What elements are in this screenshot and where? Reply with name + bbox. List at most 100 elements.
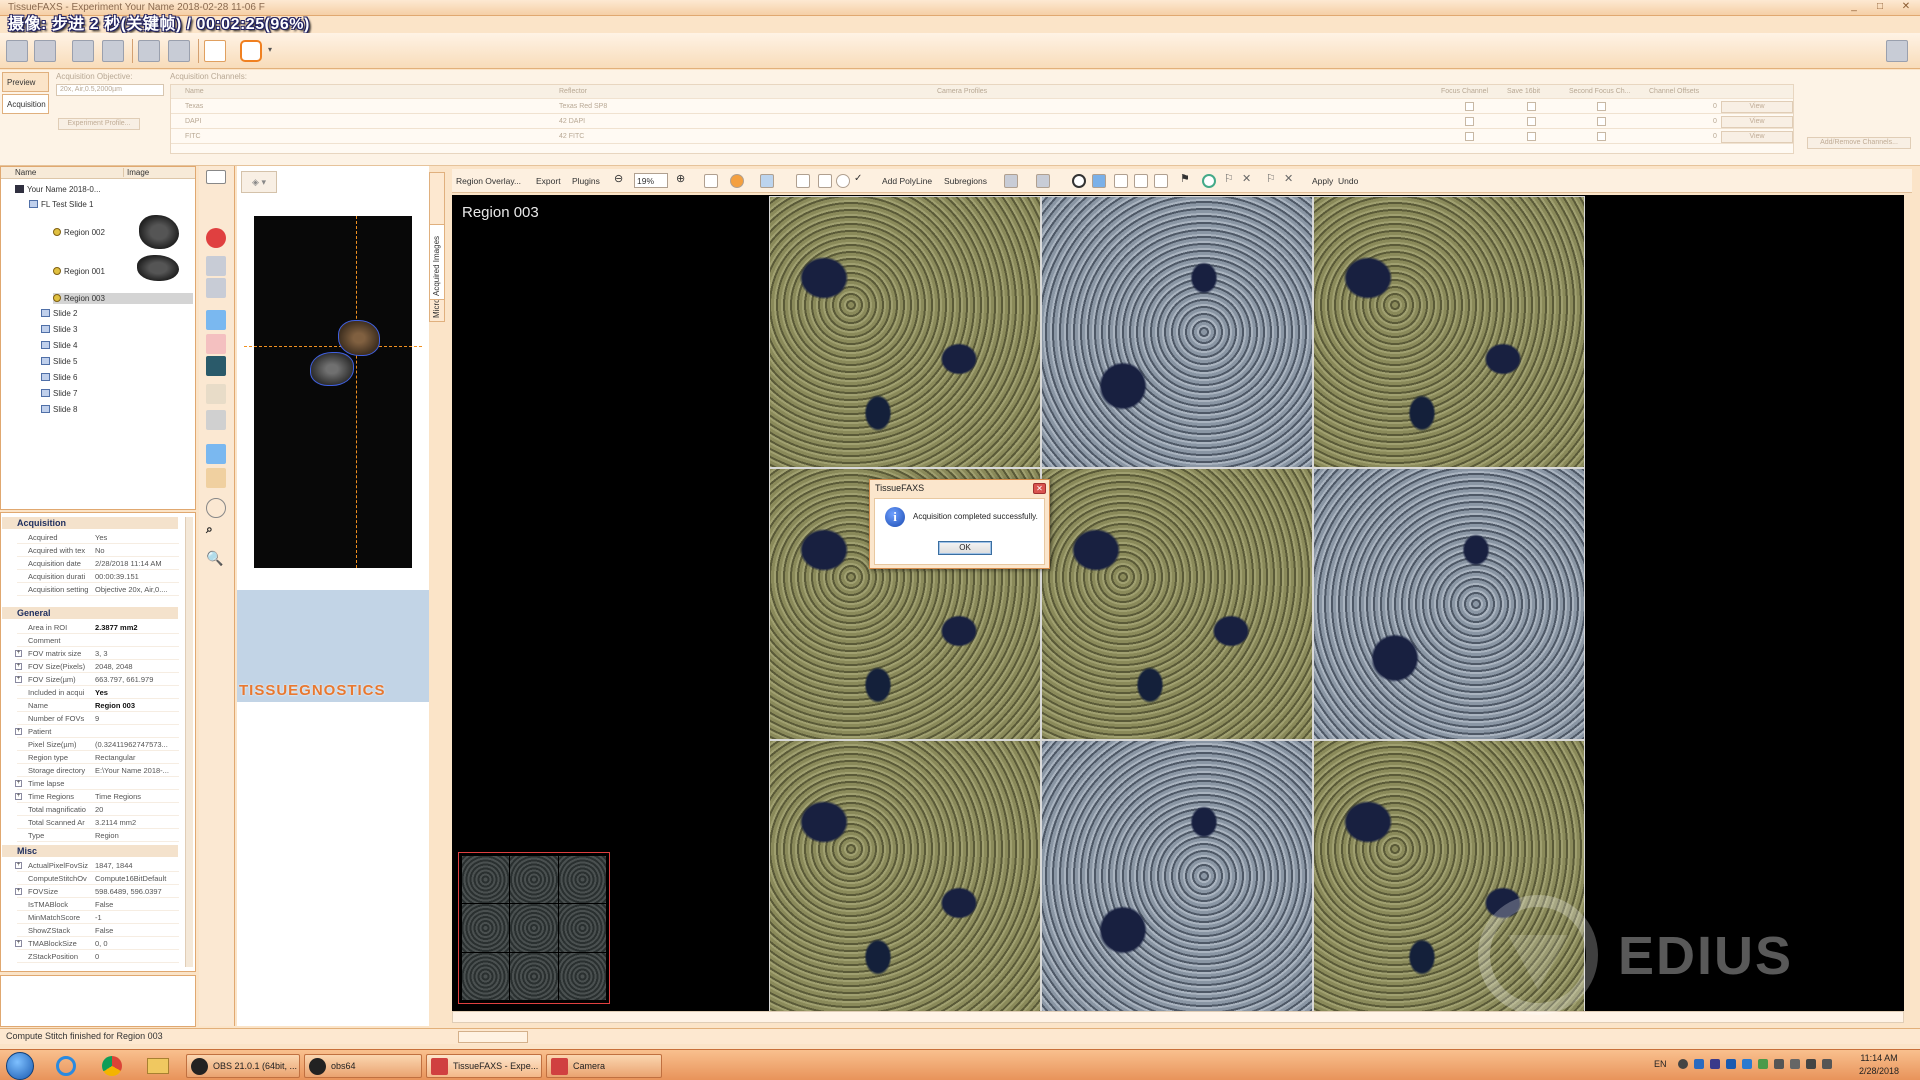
open-folder-icon[interactable] <box>34 40 56 62</box>
property-row[interactable]: Acquisition setting Objective 20x, Air,0.… <box>17 583 179 596</box>
delete-all-icon[interactable]: ✕ <box>1284 172 1298 186</box>
expand-icon[interactable]: + <box>15 888 22 895</box>
task-obs64[interactable]: obs64 <box>304 1054 422 1078</box>
start-button[interactable] <box>6 1052 34 1080</box>
property-row[interactable]: Area in ROI 2.3877 mm2 <box>17 621 179 634</box>
zoom-in-icon[interactable]: ⊕ <box>676 172 690 186</box>
tray-bluetooth-icon[interactable] <box>1726 1059 1736 1069</box>
second-focus-checkbox[interactable] <box>1597 132 1606 141</box>
property-row[interactable]: + FOVSize 598.6489, 596.0397 <box>15 885 179 898</box>
center-icon[interactable] <box>730 174 744 188</box>
expand-icon[interactable]: + <box>15 793 22 800</box>
focus-channel-checkbox[interactable] <box>1465 117 1474 126</box>
objective-select[interactable]: 20x, Air,0.5,2000µm <box>56 84 164 96</box>
property-row[interactable]: Type Region <box>17 829 179 842</box>
property-row[interactable]: Included in acqui Yes <box>17 686 179 699</box>
second-focus-checkbox[interactable] <box>1597 117 1606 126</box>
view-button[interactable]: View <box>1721 101 1793 113</box>
property-row[interactable]: ZStackPosition 0 <box>17 950 179 963</box>
actual-size-icon[interactable] <box>704 174 718 188</box>
tree-item-slide[interactable]: Slide 6 <box>41 372 77 383</box>
property-row[interactable]: Total magnificatio 20 <box>17 803 179 816</box>
expand-icon[interactable]: + <box>15 650 22 657</box>
property-row[interactable]: Acquisition durati 00:00:39.151 <box>17 570 179 583</box>
refresh-icon[interactable] <box>1202 174 1216 188</box>
layers-icon[interactable] <box>1004 174 1018 188</box>
tray-security-icon[interactable] <box>1758 1059 1768 1069</box>
pin-icon[interactable]: ⚐ <box>1224 172 1238 186</box>
chevron-down-icon[interactable]: ▾ <box>268 45 276 67</box>
tree-item-slide[interactable]: Slide 5 <box>41 356 77 367</box>
property-row[interactable]: + FOV Size(µm) 663.797, 661.979 <box>15 673 179 686</box>
expand-icon[interactable]: + <box>15 663 22 670</box>
overview-map[interactable] <box>244 216 422 568</box>
property-row[interactable]: Acquired with tex No <box>17 544 179 557</box>
slide-tool-icon[interactable] <box>206 278 226 298</box>
focus-channel-checkbox[interactable] <box>1465 102 1474 111</box>
maximize-button[interactable]: □ <box>1872 1 1888 13</box>
polyline-icon[interactable]: ✓ <box>854 173 868 187</box>
zoom-out-icon[interactable]: ⊖ <box>614 172 628 186</box>
marker-icon[interactable] <box>206 334 226 354</box>
grid-icon[interactable] <box>1092 174 1106 188</box>
experiment-profile-button[interactable]: Experiment Profile... <box>58 118 140 130</box>
print-preview-icon[interactable] <box>138 40 160 62</box>
subregions-button[interactable]: Subregions <box>944 176 987 186</box>
ruler-icon[interactable] <box>206 444 226 464</box>
minimize-button[interactable]: _ <box>1846 1 1862 13</box>
property-row[interactable]: Storage directory E:\Your Name 2018-... <box>17 764 179 777</box>
tissue-icon[interactable] <box>206 356 226 376</box>
crosshair-icon[interactable] <box>206 310 226 330</box>
section-misc[interactable]: Misc <box>2 845 178 857</box>
property-row[interactable]: MinMatchScore -1 <box>17 911 179 924</box>
ok-button[interactable]: OK <box>938 541 992 555</box>
lasso-icon[interactable] <box>206 498 226 518</box>
tray-device-icon[interactable] <box>1742 1059 1752 1069</box>
property-row[interactable]: Acquisition date 2/28/2018 11:14 AM <box>17 557 179 570</box>
property-row[interactable]: + Time Regions Time Regions <box>15 790 179 803</box>
property-row[interactable]: Comment <box>17 634 179 647</box>
second-focus-checkbox[interactable] <box>1597 102 1606 111</box>
overview-mode-dropdown[interactable]: ◈ ▾ <box>241 171 277 193</box>
expand-icon[interactable]: + <box>15 728 22 735</box>
save-as-icon[interactable] <box>102 40 124 62</box>
task-camera[interactable]: Camera <box>546 1054 662 1078</box>
notes-icon[interactable] <box>206 468 226 488</box>
property-row[interactable]: + TMABlockSize 0, 0 <box>15 937 179 950</box>
tree-root[interactable]: Your Name 2018-0... <box>15 184 101 195</box>
tray-usb-icon[interactable] <box>1774 1059 1784 1069</box>
property-row[interactable]: + ActualPixelFovSiz 1847, 1844 <box>15 859 179 872</box>
section-general[interactable]: General <box>2 607 178 619</box>
add-polyline-button[interactable]: Add PolyLine <box>882 176 932 186</box>
property-row[interactable]: + FOV Size(Pixels) 2048, 2048 <box>15 660 179 673</box>
folder-icon[interactable] <box>1886 40 1908 62</box>
explorer-icon[interactable] <box>140 1054 176 1078</box>
save-16bit-checkbox[interactable] <box>1527 132 1536 141</box>
rectangle-tool-icon[interactable] <box>796 174 810 188</box>
property-row[interactable]: IsTMABlock False <box>17 898 179 911</box>
report-icon[interactable] <box>204 40 226 62</box>
dialog-close-button[interactable]: ✕ <box>1033 483 1046 494</box>
tmn-size-icon[interactable] <box>206 410 226 430</box>
brightness-icon[interactable] <box>1072 174 1086 188</box>
ie-icon[interactable] <box>48 1054 84 1078</box>
property-row[interactable]: Region type Rectangular <box>17 751 179 764</box>
region-tool-icon[interactable] <box>206 256 226 276</box>
clock-time[interactable]: 11:14 AM <box>1858 1053 1900 1063</box>
property-row[interactable]: ShowZStack False <box>17 924 179 937</box>
flag-all-icon[interactable]: ⚐ <box>1266 172 1280 186</box>
clock-date[interactable]: 2/28/2018 <box>1858 1066 1900 1076</box>
select-tool-icon[interactable] <box>206 170 226 184</box>
save-16bit-checkbox[interactable] <box>1527 117 1536 126</box>
property-row[interactable]: + Time lapse <box>15 777 179 790</box>
tree-item-region-003[interactable]: Region 003 <box>53 293 193 304</box>
view-button[interactable]: View <box>1721 131 1793 143</box>
tray-flag-icon[interactable] <box>1790 1059 1800 1069</box>
expand-icon[interactable]: + <box>15 940 22 947</box>
stop-icon[interactable] <box>206 228 226 248</box>
expand-icon[interactable]: + <box>15 862 22 869</box>
record-icon[interactable] <box>240 40 262 62</box>
property-row[interactable]: Acquired Yes <box>17 531 179 544</box>
property-row[interactable]: + FOV matrix size 3, 3 <box>15 647 179 660</box>
tab-acquired-images[interactable]: Acquired Images <box>429 224 445 300</box>
